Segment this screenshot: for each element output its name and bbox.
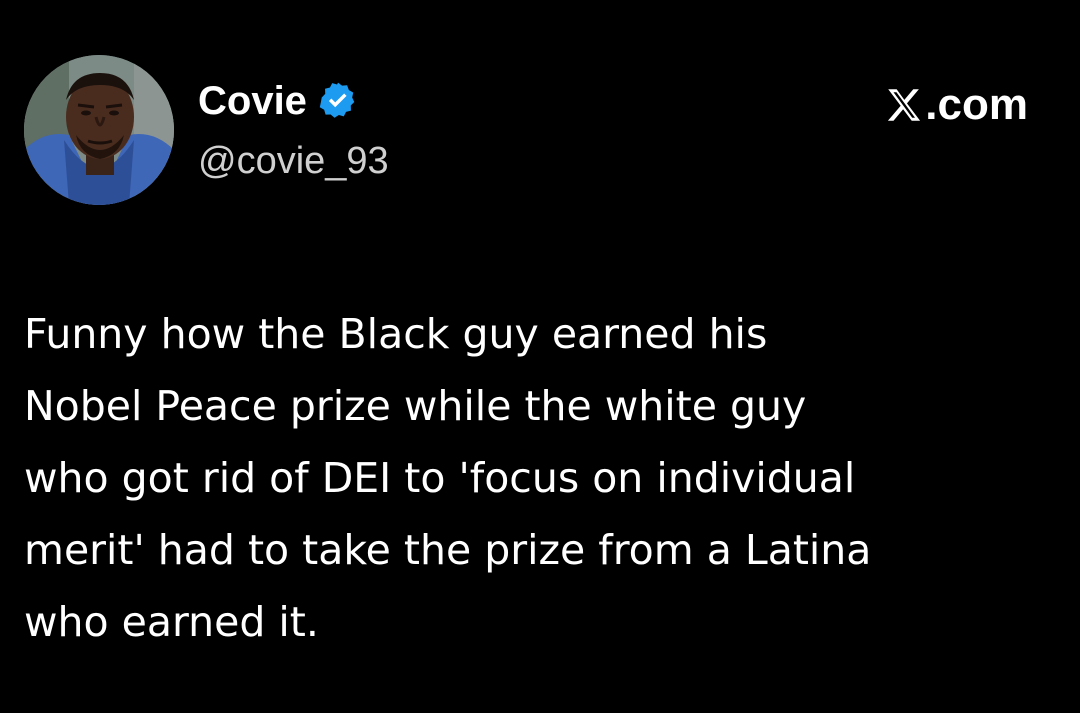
tweet-text-line: merit' had to take the prize from a Lati… — [24, 526, 872, 574]
tweet-text-line: Nobel Peace prize while the white guy — [24, 382, 807, 430]
display-name[interactable]: Covie — [198, 79, 307, 124]
x-logo-icon — [883, 84, 925, 126]
author-name-row: Covie — [198, 76, 359, 126]
tweet-card: Covie @covie_93 .com Funny how the Black… — [0, 0, 1080, 713]
tweet-text: Funny how the Black guy earned his Nobel… — [24, 298, 1054, 658]
verified-badge-icon — [317, 80, 359, 122]
site-domain: .com — [925, 80, 1028, 129]
tweet-text-line: who earned it. — [24, 598, 319, 646]
handle[interactable]: @covie_93 — [198, 140, 389, 183]
site-label: .com — [883, 80, 1028, 130]
tweet-text-line: Funny how the Black guy earned his — [24, 310, 768, 358]
avatar[interactable] — [24, 55, 174, 205]
avatar-image — [24, 55, 174, 205]
tweet-text-line: who got rid of DEI to 'focus on individu… — [24, 454, 856, 502]
